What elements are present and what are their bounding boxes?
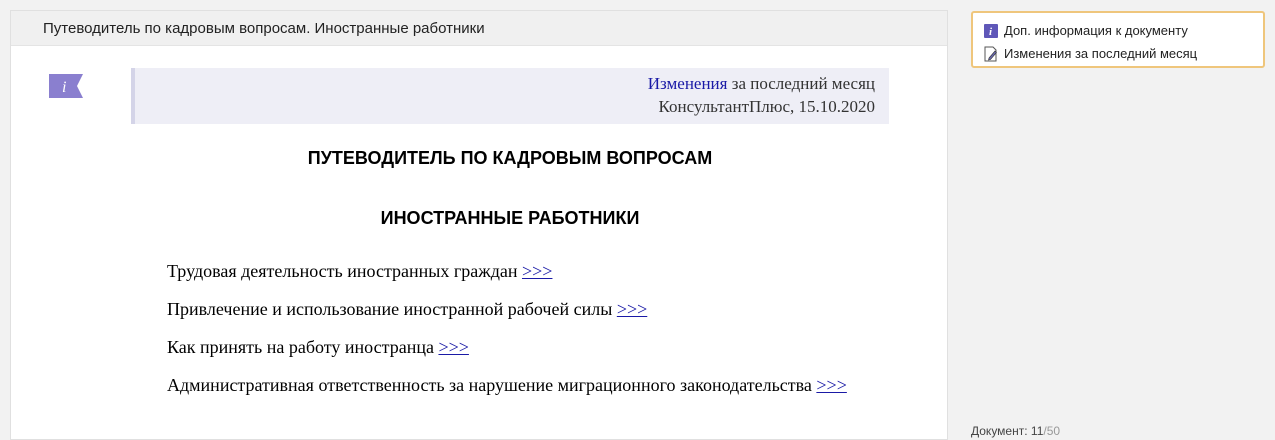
- document-counter-current: 11: [1030, 424, 1044, 438]
- changes-notice: Изменения за последний месяц Консультант…: [131, 68, 889, 124]
- document-title-sub: ИНОСТРАННЫЕ РАБОТНИКИ: [380, 208, 640, 228]
- info-flag-icon[interactable]: i: [49, 74, 83, 98]
- toc-item-link[interactable]: >>>: [816, 375, 846, 395]
- changes-link-suffix: за последний месяц: [727, 74, 875, 93]
- document-panel: Путеводитель по кадровым вопросам. Иност…: [10, 10, 948, 440]
- document-title-main: ПУТЕВОДИТЕЛЬ ПО КАДРОВЫМ ВОПРОСАМ: [307, 148, 713, 168]
- toc-item-text: Привлечение и использование иностранной …: [167, 299, 617, 319]
- info-icon: i: [983, 23, 999, 39]
- toc-item: Административная ответственность за нару…: [131, 374, 889, 397]
- toc-item-text: Административная ответственность за нару…: [167, 375, 817, 395]
- toc-item-link[interactable]: >>>: [522, 261, 552, 281]
- monthly-changes-label: Изменения за последний месяц: [1004, 46, 1198, 61]
- document-header: Путеводитель по кадровым вопросам. Иност…: [11, 11, 947, 46]
- additional-info-link[interactable]: i Доп. информация к документу: [973, 19, 1263, 42]
- notice-line-1: Изменения за последний месяц: [135, 72, 875, 95]
- toc-item-text: Трудовая деятельность иностранных гражда…: [167, 261, 522, 281]
- additional-info-label: Доп. информация к документу: [1004, 23, 1188, 38]
- notice-source: КонсультантПлюс, 15.10.2020: [658, 97, 875, 116]
- document-counter-total: /50: [1043, 424, 1061, 438]
- document-info-box: i Доп. информация к документу Изменения …: [971, 11, 1265, 68]
- edit-document-icon: [983, 46, 999, 62]
- toc-item: Привлечение и использование иностранной …: [131, 298, 889, 321]
- changes-link[interactable]: Изменения: [648, 74, 728, 93]
- toc-item-text: Как принять на работу иностранца: [167, 337, 439, 357]
- toc-item: Трудовая деятельность иностранных гражда…: [131, 260, 889, 283]
- toc-item-link[interactable]: >>>: [438, 337, 468, 357]
- svg-text:i: i: [62, 79, 66, 96]
- monthly-changes-link[interactable]: Изменения за последний месяц: [973, 42, 1263, 65]
- document-counter: Документ: 11/50: [971, 424, 1060, 438]
- toc-item: Как принять на работу иностранца >>>: [131, 336, 889, 359]
- document-header-title: Путеводитель по кадровым вопросам. Иност…: [43, 19, 485, 37]
- document-counter-label: Документ:: [971, 424, 1031, 438]
- toc-item-link[interactable]: >>>: [617, 299, 647, 319]
